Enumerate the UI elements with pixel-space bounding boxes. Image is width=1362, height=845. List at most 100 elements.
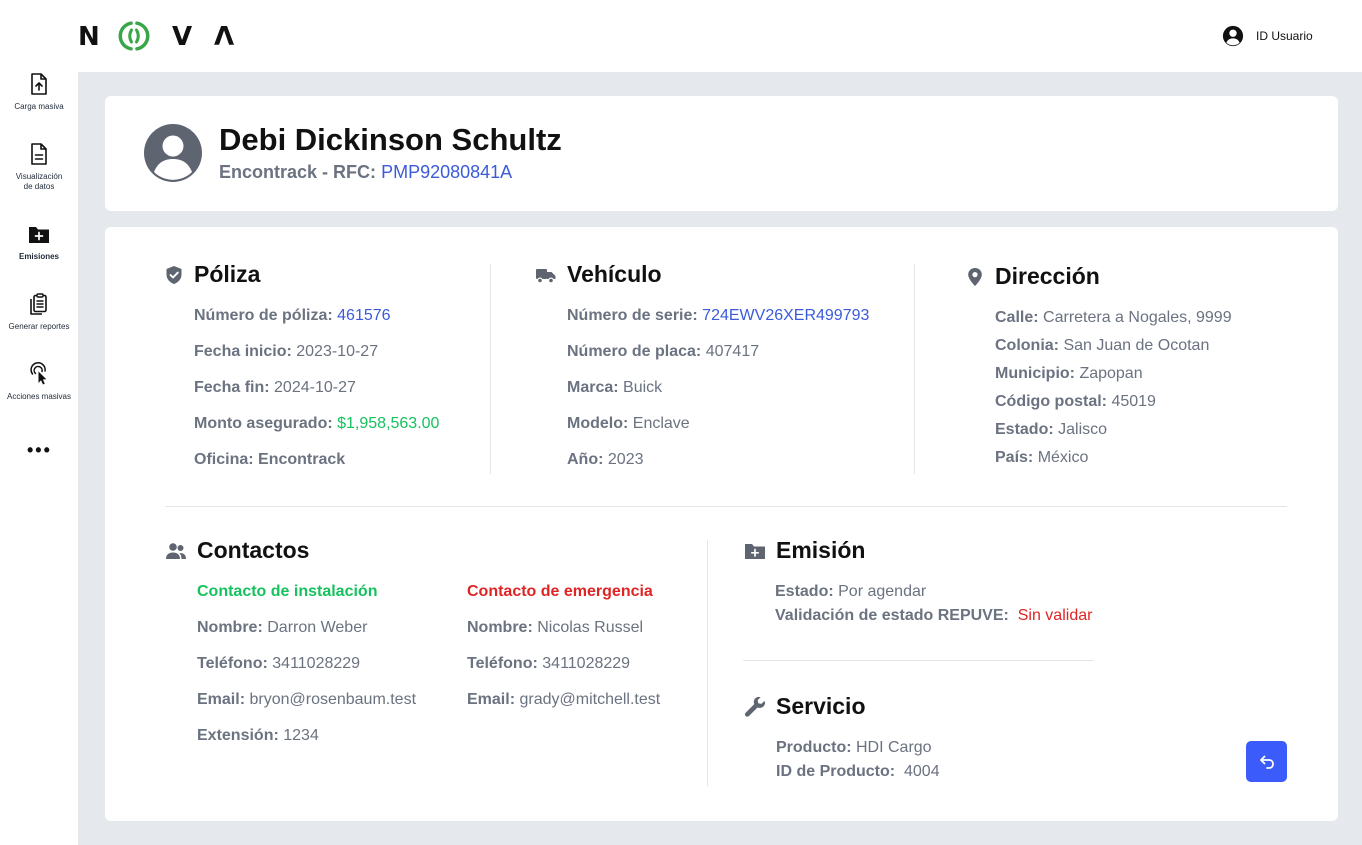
field-label: Código postal: xyxy=(995,393,1107,410)
avatar-icon xyxy=(144,124,202,182)
sidebar-item-emisiones[interactable]: Emisiones xyxy=(0,222,78,262)
user-circle-icon xyxy=(1222,25,1244,47)
servicio-id-producto: ID de Producto: 4004 xyxy=(776,763,940,781)
company-separator: - xyxy=(317,162,334,182)
back-button[interactable] xyxy=(1246,741,1287,782)
user-id-label: ID Usuario xyxy=(1256,29,1313,43)
field-value: Jalisco xyxy=(1058,421,1108,438)
poliza-fecha-inicio: Fecha inicio: 2023-10-27 xyxy=(194,343,378,361)
field-value: $1,958,563.00 xyxy=(337,415,440,432)
field-value: 3411028229 xyxy=(272,655,361,672)
field-value: 2023-10-27 xyxy=(296,343,379,360)
field-value: 45019 xyxy=(1111,393,1156,410)
direccion-pais: País: México xyxy=(995,449,1088,467)
field-value: HDI Cargo xyxy=(856,739,932,756)
servicio-producto: Producto: HDI Cargo xyxy=(776,739,932,757)
rfc-label: RFC: xyxy=(333,162,377,182)
field-value: Encontrack xyxy=(258,451,346,468)
field-value: Enclave xyxy=(632,415,690,432)
instalacion-telefono: Teléfono: 3411028229 xyxy=(197,655,360,673)
client-company-rfc: Encontrack - RFC: PMP92080841A xyxy=(219,162,512,183)
field-label: Teléfono: xyxy=(197,655,268,672)
emergencia-email: Email: grady@mitchell.test xyxy=(467,691,660,709)
field-value: bryon@rosenbaum.test xyxy=(249,691,417,708)
field-label: Número de serie: xyxy=(567,307,698,324)
instalacion-email: Email: bryon@rosenbaum.test xyxy=(197,691,416,709)
field-label: Estado: xyxy=(995,421,1054,438)
field-value: Nicolas Russel xyxy=(537,619,644,636)
logo-letter-a: Λ xyxy=(214,22,235,52)
upload-file-icon xyxy=(31,73,47,95)
field-label: Número de placa: xyxy=(567,343,702,360)
contacto-emergencia-title: Contacto de emergencia xyxy=(467,583,653,600)
field-value: Zapopan xyxy=(1079,365,1143,382)
divider xyxy=(743,660,1094,661)
field-value: 407417 xyxy=(705,343,760,360)
field-label: Teléfono: xyxy=(467,655,538,672)
user-menu[interactable]: ID Usuario xyxy=(1222,25,1313,47)
logo-letter-v: V xyxy=(172,22,193,52)
field-label: Calle: xyxy=(995,309,1039,326)
direccion-codigo-postal: Código postal: 45019 xyxy=(995,393,1156,411)
undo-arrow-icon xyxy=(1259,755,1274,769)
emergencia-nombre: Nombre: Nicolas Russel xyxy=(467,619,643,637)
field-label: Fecha fin: xyxy=(194,379,270,396)
vehiculo-serie: Número de serie: 724EWV26XER499793 xyxy=(567,307,869,325)
field-label: Nombre: xyxy=(197,619,263,636)
wrench-icon xyxy=(744,696,766,717)
servicio-title-text: Servicio xyxy=(776,693,866,719)
field-value: 724EWV26XER499793 xyxy=(702,307,870,324)
field-label: Nombre: xyxy=(467,619,533,636)
field-value: grady@mitchell.test xyxy=(519,691,661,708)
client-name: Debi Dickinson Schultz xyxy=(219,122,562,157)
field-label: Modelo: xyxy=(567,415,629,432)
field-value: 1234 xyxy=(283,727,319,744)
field-label: Fecha inicio: xyxy=(194,343,292,360)
direccion-section-title: Dirección xyxy=(965,263,1100,290)
field-value: Carretera a Nogales, 9999 xyxy=(1043,309,1232,326)
field-value: 2024-10-27 xyxy=(274,379,356,396)
field-label: Extensión: xyxy=(197,727,279,744)
client-header-card: Debi Dickinson Schultz Encontrack - RFC:… xyxy=(105,96,1338,211)
servicio-section-title: Servicio xyxy=(744,693,866,720)
document-icon xyxy=(31,143,47,165)
top-bar: N V Λ ID Usuario xyxy=(0,0,1362,72)
field-value: San Juan de Ocotan xyxy=(1063,337,1210,354)
company-name: Encontrack xyxy=(219,162,318,182)
direccion-estado: Estado: Jalisco xyxy=(995,421,1107,439)
field-label: Validación de estado REPUVE: xyxy=(775,607,1009,624)
truck-icon xyxy=(536,268,556,284)
field-value: Por agendar xyxy=(838,583,927,600)
poliza-monto: Monto asegurado: $1,958,563.00 xyxy=(194,415,439,433)
direccion-title-text: Dirección xyxy=(995,263,1100,289)
vehiculo-modelo: Modelo: Enclave xyxy=(567,415,690,433)
sidebar-item-acciones-masivas[interactable]: Acciones masivas xyxy=(0,362,78,402)
client-detail-card: Póliza Número de póliza: 461576 Fecha in… xyxy=(105,227,1338,821)
sidebar-item-carga-masiva[interactable]: Carga masiva xyxy=(0,72,78,112)
sidebar-item-generar-reportes[interactable]: Generar reportes xyxy=(0,292,78,332)
field-label: País: xyxy=(995,449,1034,466)
field-label: Municipio: xyxy=(995,365,1075,382)
map-pin-icon xyxy=(968,267,982,286)
field-label: Estado: xyxy=(775,583,834,600)
emision-section-title: Emisión xyxy=(744,537,865,564)
vehiculo-marca: Marca: Buick xyxy=(567,379,662,397)
field-value: Darron Weber xyxy=(267,619,368,636)
divider xyxy=(707,540,708,786)
direccion-calle: Calle: Carretera a Nogales, 9999 xyxy=(995,309,1232,327)
field-value: 3411028229 xyxy=(542,655,631,672)
logo-letter-n: N xyxy=(78,22,100,52)
sidebar-item-label: Acciones masivas xyxy=(6,392,72,401)
field-label: Monto asegurado: xyxy=(194,415,333,432)
field-label: Email: xyxy=(467,691,516,708)
field-value: 2023 xyxy=(607,451,644,468)
sidebar-item-visualizacion-datos[interactable]: Visualización de datos xyxy=(0,142,78,192)
emision-estado: Estado: Por agendar xyxy=(775,583,926,601)
field-label: Marca: xyxy=(567,379,619,396)
direccion-municipio: Municipio: Zapopan xyxy=(995,365,1143,383)
contacto-instalacion-title: Contacto de instalación xyxy=(197,583,378,600)
vehiculo-anio: Año: 2023 xyxy=(567,451,643,469)
folder-plus-icon xyxy=(29,227,49,243)
more-menu-button[interactable]: ••• xyxy=(27,440,52,461)
poliza-fecha-fin: Fecha fin: 2024-10-27 xyxy=(194,379,356,397)
